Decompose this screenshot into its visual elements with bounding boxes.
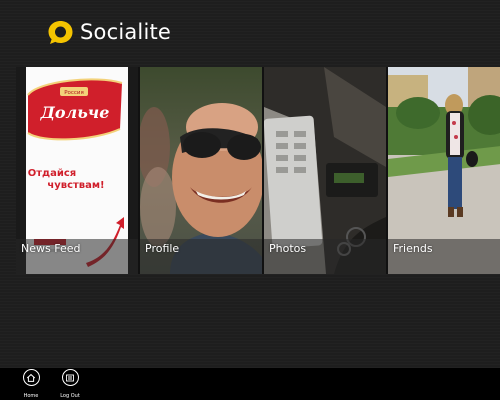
home-icon [22, 369, 40, 386]
tile-news-feed[interactable]: Россия Дольче Отдайся чувствам! News Fee… [16, 67, 140, 274]
ad-name-text: Дольче [40, 103, 110, 122]
logout-icon [61, 369, 79, 386]
logout-button-label: Log Out [60, 393, 80, 399]
tile-friends[interactable]: Friends [388, 67, 500, 274]
app-bar: Home Log Out [0, 368, 500, 400]
tile-profile[interactable]: Profile [140, 67, 264, 274]
app-header: Socialite [47, 17, 171, 47]
tile-label-friends: Friends [393, 242, 433, 255]
ad-tagline-1: Отдайся [28, 168, 76, 179]
tile-photos[interactable]: Photos [264, 67, 388, 274]
tile-label-news-feed: News Feed [21, 242, 81, 255]
tile-label-photos: Photos [269, 242, 307, 255]
socialite-logo-icon [48, 20, 73, 44]
app-title: Socialite [80, 20, 172, 44]
logout-button[interactable]: Log Out [50, 368, 90, 400]
home-button[interactable]: Home [11, 368, 51, 400]
tile-label-profile: Profile [145, 242, 180, 255]
home-button-label: Home [23, 393, 39, 399]
tile-strip: Россия Дольче Отдайся чувствам! News Fee… [16, 67, 500, 274]
ad-brand-text: Россия [64, 90, 84, 96]
ad-tagline-2: чувствам! [47, 180, 104, 191]
